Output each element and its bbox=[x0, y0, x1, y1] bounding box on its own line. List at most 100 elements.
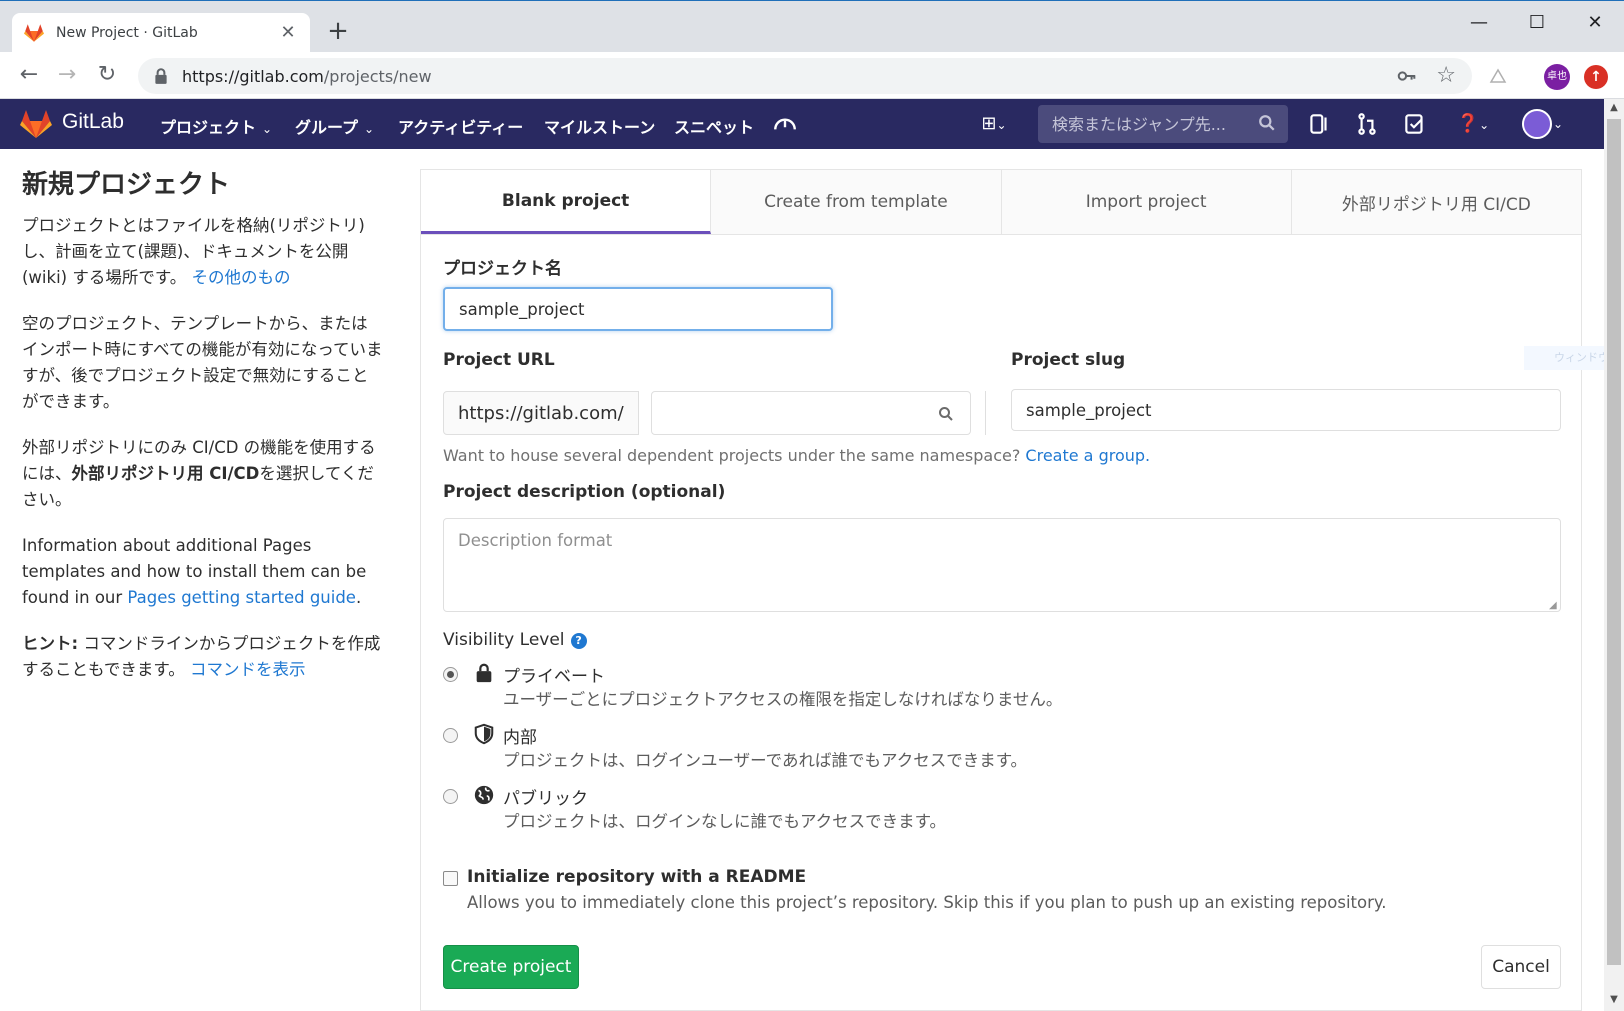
create-group-link[interactable]: Create a group. bbox=[1025, 446, 1150, 465]
page-scrollbar[interactable]: ▲ ▼ bbox=[1604, 99, 1624, 1011]
tab-blank-project[interactable]: Blank project bbox=[421, 170, 712, 234]
todo-check-icon[interactable] bbox=[1402, 111, 1428, 137]
project-name-label: プロジェクト名 bbox=[443, 259, 562, 279]
update-icon[interactable]: ↑ bbox=[1584, 65, 1608, 89]
visibility-internal-radio[interactable] bbox=[443, 728, 458, 743]
nav-projects[interactable]: プロジェクト ⌄ bbox=[160, 114, 272, 138]
nav-snippets[interactable]: スニペット bbox=[674, 114, 754, 138]
readme-checkbox[interactable] bbox=[443, 871, 458, 886]
merge-request-icon[interactable] bbox=[1354, 111, 1380, 137]
project-slug-label: Project slug bbox=[1011, 350, 1126, 370]
features-paragraph: 空のプロジェクト、テンプレートから、またはインポート時にすべての機能が有効になっ… bbox=[22, 314, 383, 411]
visibility-public-desc: プロジェクトは、ログインなしに誰でもアクセスできます。 bbox=[503, 812, 947, 831]
project-url-label: Project URL bbox=[443, 350, 555, 370]
minimize-icon[interactable]: — bbox=[1456, 7, 1502, 39]
profile-avatar[interactable]: 卓也 bbox=[1544, 64, 1570, 90]
project-slug-input[interactable] bbox=[1011, 389, 1561, 431]
window-close-icon[interactable]: ✕ bbox=[1572, 7, 1618, 39]
url-text: https://gitlab.com/projects/new bbox=[182, 67, 432, 86]
scroll-up-icon[interactable]: ▲ bbox=[1604, 99, 1624, 117]
chevron-down-icon: ⌄ bbox=[364, 122, 375, 136]
visibility-label: Visibility Level? bbox=[443, 630, 587, 650]
nav-groups[interactable]: グループ ⌄ bbox=[295, 114, 374, 138]
back-icon[interactable]: ← bbox=[14, 60, 44, 90]
gitlab-brand[interactable]: GitLab bbox=[62, 110, 124, 134]
description-textarea[interactable] bbox=[443, 518, 1561, 612]
project-type-tabs: Blank project Create from template Impor… bbox=[421, 170, 1581, 235]
tab-import-project[interactable]: Import project bbox=[1001, 170, 1292, 234]
key-icon[interactable] bbox=[1396, 65, 1418, 87]
new-project-panel: Blank project Create from template Impor… bbox=[420, 169, 1582, 1011]
cicd-paragraph: 外部リポジトリにのみ CI/CD の機能を使用するには、外部リポジトリ用 CI/… bbox=[22, 435, 384, 513]
shield-icon bbox=[474, 723, 494, 745]
scroll-down-icon[interactable]: ▼ bbox=[1604, 991, 1624, 1009]
url-host: https://gitlab.com bbox=[182, 66, 324, 86]
nav-activity[interactable]: アクティビティー bbox=[398, 114, 523, 138]
visibility-public-title: パブリック bbox=[503, 789, 588, 809]
browser-toolbar: ← → ↻ https://gitlab.com/projects/new ☆ … bbox=[0, 52, 1624, 99]
bookmark-star-icon[interactable]: ☆ bbox=[1436, 62, 1456, 90]
tab-cicd-external[interactable]: 外部リポジトリ用 CI/CD bbox=[1291, 170, 1581, 234]
lock-icon bbox=[155, 68, 167, 84]
cicd-text-bold: 外部リポジトリ用 CI/CD bbox=[71, 464, 260, 483]
dashboard-gauge-icon[interactable] bbox=[772, 111, 798, 137]
hint-paragraph: ヒント: コマンドラインからプロジェクトを作成することもできます。 コマンドを表… bbox=[22, 631, 384, 683]
help-icon[interactable]: ❓⌄ bbox=[1452, 111, 1494, 137]
nav-milestones[interactable]: マイルストーン bbox=[544, 114, 655, 138]
visibility-label-text: Visibility Level bbox=[443, 630, 565, 650]
scroll-thumb[interactable] bbox=[1607, 119, 1621, 965]
address-bar[interactable]: https://gitlab.com/projects/new ☆ bbox=[138, 58, 1472, 94]
visibility-internal-desc: プロジェクトは、ログインユーザーであれば誰でもアクセスできます。 bbox=[503, 751, 1028, 770]
project-name-input[interactable] bbox=[443, 287, 833, 331]
namespace-help-text: Want to house several dependent projects… bbox=[443, 446, 1026, 465]
search-input[interactable] bbox=[1050, 113, 1250, 135]
lock-icon bbox=[476, 663, 492, 683]
cancel-button[interactable]: Cancel bbox=[1481, 945, 1561, 989]
tab-title: New Project · GitLab bbox=[56, 25, 198, 41]
forward-icon[interactable]: → bbox=[52, 60, 82, 90]
extension-icon[interactable] bbox=[1486, 64, 1510, 88]
tab-create-from-template[interactable]: Create from template bbox=[711, 170, 1002, 234]
visibility-private-desc: ユーザーごとにプロジェクトアクセスの権限を指定しなければなりません。 bbox=[503, 690, 1063, 709]
gitlab-logo-icon[interactable] bbox=[20, 109, 52, 139]
create-project-button[interactable]: Create project bbox=[443, 945, 579, 989]
pages-guide-link[interactable]: Pages getting started guide bbox=[127, 588, 356, 607]
description-label: Project description (optional) bbox=[443, 482, 726, 502]
more-link[interactable]: その他のもの bbox=[191, 268, 290, 287]
reload-icon[interactable]: ↻ bbox=[92, 60, 122, 90]
pages-text-end: . bbox=[355, 588, 362, 607]
pages-paragraph: Information about additional Pages templ… bbox=[22, 533, 384, 611]
hint-label: ヒント: bbox=[22, 634, 79, 653]
visibility-public-radio[interactable] bbox=[443, 789, 458, 804]
issues-icon[interactable] bbox=[1306, 111, 1332, 137]
browser-tab-bar: New Project · GitLab ✕ + — ☐ ✕ bbox=[0, 0, 1624, 53]
question-icon[interactable]: ? bbox=[570, 633, 587, 649]
namespace-select[interactable] bbox=[651, 391, 971, 435]
show-command-link[interactable]: コマンドを表示 bbox=[190, 660, 306, 679]
faint-overlay-text: ウィンドウの bbox=[1524, 346, 1604, 370]
maximize-icon[interactable]: ☐ bbox=[1514, 7, 1560, 39]
gitlab-navbar: GitLab プロジェクト ⌄ グループ ⌄ アクティビティー マイルストーン スニ… bbox=[0, 99, 1604, 149]
nav-groups-label: グループ bbox=[295, 118, 359, 137]
namespace-help: Want to house several dependent projects… bbox=[443, 446, 1150, 465]
nav-projects-label: プロジェクト bbox=[160, 118, 257, 137]
project-intro: 新規プロジェクト プロジェクトとはファイルを格納(リポジトリ)し、計画を立て(課… bbox=[22, 164, 384, 703]
new-item-plus-icon[interactable]: ⊞⌄ bbox=[974, 111, 1014, 137]
user-avatar[interactable] bbox=[1522, 109, 1552, 139]
url-path: /projects/new bbox=[323, 66, 432, 86]
close-tab-icon[interactable]: ✕ bbox=[278, 23, 298, 43]
globe-icon bbox=[474, 785, 494, 805]
visibility-private-radio[interactable] bbox=[443, 667, 458, 682]
chevron-down-icon[interactable]: ⌄ bbox=[1550, 111, 1566, 137]
project-url-prefix: https://gitlab.com/ bbox=[443, 391, 639, 435]
new-tab-icon[interactable]: + bbox=[324, 17, 352, 45]
visibility-internal-title: 内部 bbox=[503, 728, 537, 748]
chevron-down-icon: ⌄ bbox=[262, 122, 273, 136]
intro-paragraph: プロジェクトとはファイルを格納(リポジトリ)し、計画を立て(課題)、ドキュメント… bbox=[22, 213, 384, 291]
search-box[interactable] bbox=[1038, 105, 1288, 143]
resize-grip-icon[interactable]: ◢ bbox=[1549, 600, 1557, 611]
visibility-private-title: プライベート bbox=[503, 667, 605, 687]
browser-tab[interactable]: New Project · GitLab ✕ bbox=[12, 13, 310, 53]
search-icon bbox=[1259, 115, 1275, 131]
url-separator bbox=[985, 391, 986, 435]
